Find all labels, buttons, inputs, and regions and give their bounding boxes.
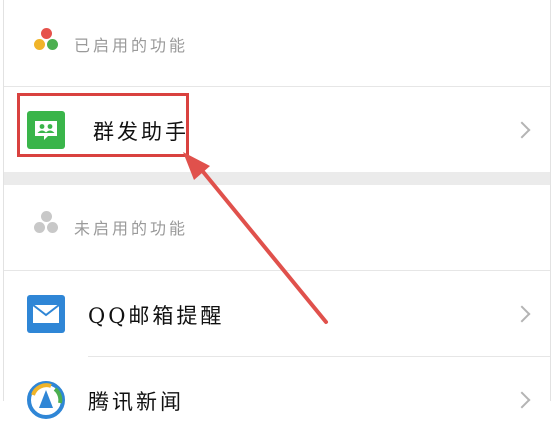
annotation-arrow xyxy=(183,152,328,324)
